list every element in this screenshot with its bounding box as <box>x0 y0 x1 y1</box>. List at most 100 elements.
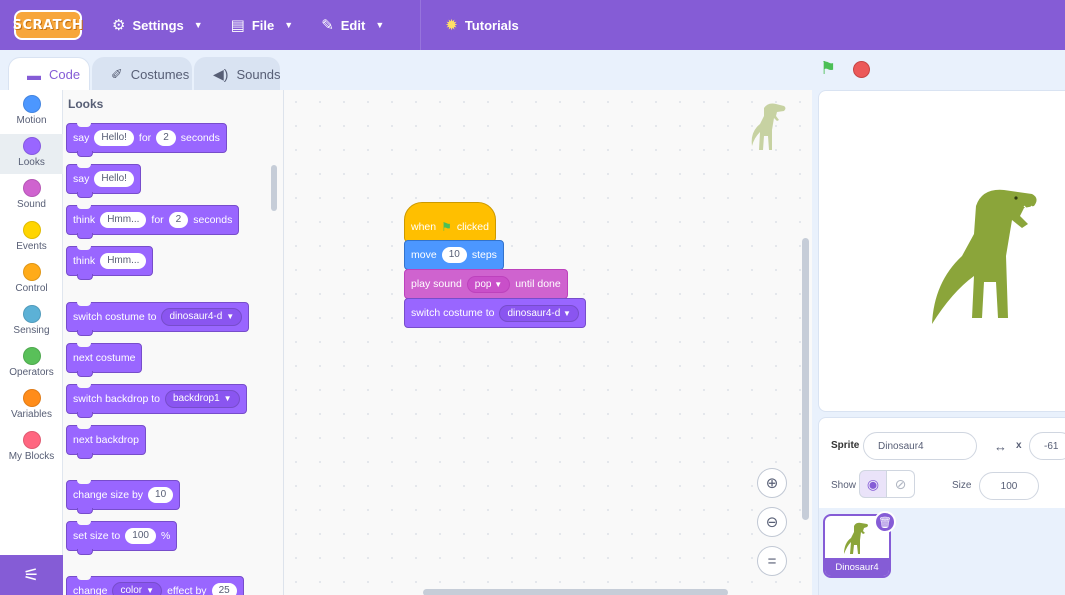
think-block[interactable]: think Hmm... <box>66 246 154 280</box>
add-extension-button[interactable]: ⚟ <box>0 555 63 595</box>
eye-slash-icon: ⊘ <box>894 475 907 492</box>
think-for-block[interactable]: think Hmm... for 2 seconds <box>66 205 240 239</box>
effect-dropdown[interactable]: color ▼ <box>112 582 163 595</box>
caret-down-icon: ▼ <box>563 308 571 318</box>
file-label: File <box>251 17 275 33</box>
next-costume-block[interactable]: next costume <box>66 343 143 377</box>
block-text: seconds <box>193 214 233 226</box>
category-my-blocks[interactable]: My Blocks <box>0 428 63 468</box>
block-text: change <box>73 585 108 595</box>
caret-down-icon: ▼ <box>494 279 503 289</box>
move-steps-block[interactable]: move 10 steps <box>404 240 504 270</box>
say-text-input[interactable]: Hello! <box>94 171 134 187</box>
when-flag-clicked-block[interactable]: when ⚑ clicked <box>404 202 496 242</box>
tutorials-menu[interactable]: ✹ Tutorials <box>420 0 533 50</box>
backdrop-dropdown[interactable]: backdrop1 ▼ <box>164 390 240 408</box>
category-looks[interactable]: Looks <box>0 134 63 174</box>
motion-dot-icon <box>22 95 41 113</box>
caret-down-icon: ▼ <box>146 586 155 595</box>
show-sprite-button[interactable]: ◉ <box>859 470 887 498</box>
script-horizontal-scrollbar[interactable] <box>423 589 728 595</box>
hide-sprite-button[interactable]: ⊘ <box>887 470 915 498</box>
play-sound-block[interactable]: play sound pop ▼ until done <box>404 269 568 299</box>
say-text-input[interactable]: Hello! <box>94 130 134 146</box>
gear-icon: ⚙ <box>112 17 126 34</box>
zoom-in-button[interactable]: ⊕ <box>757 468 787 498</box>
zoom-out-button[interactable]: ⊖ <box>757 507 787 537</box>
caret-down-icon: ▼ <box>375 20 385 30</box>
eye-icon: ◉ <box>866 475 880 492</box>
category-sound[interactable]: Sound <box>0 176 63 216</box>
block-text: play sound <box>411 278 462 290</box>
size-input[interactable]: 100 <box>979 472 1039 500</box>
say-for-block[interactable]: say Hello! for 2 seconds <box>66 123 227 157</box>
stop-button[interactable] <box>853 61 870 78</box>
steps-input[interactable]: 10 <box>441 247 467 263</box>
costume-dropdown[interactable]: dinosaur4-d ▼ <box>499 304 579 322</box>
category-motion[interactable]: Motion <box>0 92 63 132</box>
zoom-in-icon: ⊕ <box>765 475 779 492</box>
category-label: Sound <box>17 199 46 210</box>
category-label: Sensing <box>13 325 50 336</box>
x-position-input[interactable]: -61 <box>1029 432 1065 460</box>
category-operators[interactable]: Operators <box>0 344 63 384</box>
tab-costumes-label: Costumes <box>130 67 190 82</box>
show-label: Show <box>831 480 857 491</box>
size-input[interactable]: 100 <box>125 528 156 544</box>
settings-menu[interactable]: ⚙ Settings ▼ <box>98 0 217 50</box>
tab-sounds[interactable]: ◀) Sounds <box>194 57 281 91</box>
sprite-info-panel: Sprite Dinosaur4 ↔ x -61 Show Size 100 <box>818 417 1065 509</box>
switch-costume-block[interactable]: switch costume to dinosaur4-d ▼ <box>66 302 250 336</box>
block-text: change size by <box>73 489 144 501</box>
paintbrush-icon: ✐ <box>111 66 123 82</box>
my-blocks-dot-icon <box>22 431 41 449</box>
say-block[interactable]: say Hello! <box>66 164 141 198</box>
script-area[interactable]: when ⚑ clicked move 10 steps play sound … <box>284 90 812 595</box>
costume-dropdown[interactable]: dinosaur4-d ▼ <box>161 308 243 326</box>
scratch-logo[interactable]: SCRATCH <box>13 10 83 40</box>
script-vertical-scrollbar[interactable] <box>802 238 809 520</box>
next-backdrop-block[interactable]: next backdrop <box>66 425 146 459</box>
dinosaur-sprite[interactable] <box>924 186 1054 326</box>
edit-menu[interactable]: ✎ Edit ▼ <box>307 0 398 50</box>
seconds-input[interactable]: 2 <box>156 130 176 146</box>
zoom-reset-button[interactable]: = <box>757 546 787 576</box>
size-change-input[interactable]: 10 <box>148 487 174 503</box>
dropdown-value: color <box>120 585 143 595</box>
change-size-block[interactable]: change size by 10 <box>66 480 181 514</box>
tab-costumes[interactable]: ✐ Costumes <box>92 57 192 91</box>
sound-dropdown[interactable]: pop ▼ <box>466 275 511 293</box>
tab-sounds-label: Sounds <box>236 67 281 82</box>
sprite-watermark-icon <box>751 103 786 150</box>
category-control[interactable]: Control <box>0 260 63 300</box>
seconds-input[interactable]: 2 <box>168 212 189 228</box>
sprite-tile-name: Dinosaur4 <box>825 558 889 576</box>
stage[interactable] <box>818 90 1065 412</box>
tab-code[interactable]: ▬ Code <box>8 57 90 91</box>
category-sensing[interactable]: Sensing <box>0 302 63 342</box>
green-flag-icon: ⚑ <box>441 220 452 234</box>
think-text-input[interactable]: Hmm... <box>100 212 147 228</box>
dropdown-value: dinosaur4-d <box>169 311 223 322</box>
block-text: switch costume to <box>411 307 495 319</box>
category-variables[interactable]: Variables <box>0 386 63 426</box>
sprite-name-input[interactable]: Dinosaur4 <box>863 432 977 460</box>
switch-costume-script-block[interactable]: switch costume to dinosaur4-d ▼ <box>404 298 586 328</box>
file-menu[interactable]: ▤ File ▼ <box>217 0 308 50</box>
dropdown-value: backdrop1 <box>172 393 220 404</box>
set-size-block[interactable]: set size to 100 % <box>66 521 178 555</box>
dropdown-value: pop <box>474 278 492 290</box>
effect-input[interactable]: 25 <box>211 583 237 595</box>
switch-backdrop-block[interactable]: switch backdrop to backdrop1 ▼ <box>66 384 247 418</box>
category-label: My Blocks <box>8 451 55 462</box>
category-events[interactable]: Events <box>0 218 63 258</box>
green-flag-button[interactable]: ⚑ <box>820 58 844 80</box>
extension-icon: ⚟ <box>23 564 40 585</box>
palette-scrollbar[interactable] <box>271 165 277 211</box>
block-text: for <box>151 214 164 226</box>
sound-dot-icon <box>22 179 41 197</box>
think-text-input[interactable]: Hmm... <box>100 253 147 269</box>
delete-sprite-button[interactable]: 🗑 <box>874 511 896 533</box>
control-dot-icon <box>22 263 41 281</box>
change-effect-block[interactable]: change color ▼ effect by 25 <box>66 576 244 595</box>
